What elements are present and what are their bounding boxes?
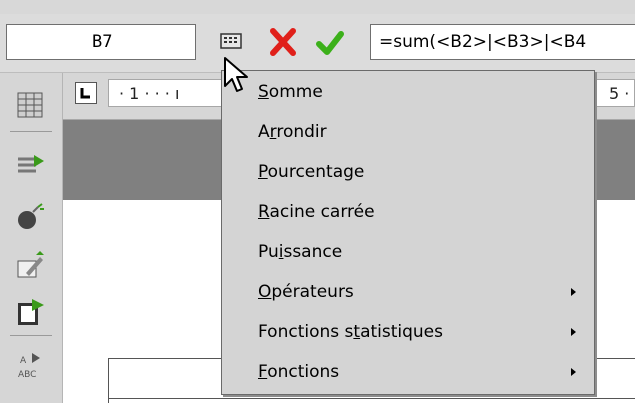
toolbar-separator: [10, 131, 52, 132]
table-border: [108, 398, 635, 399]
mouse-pointer-icon: [224, 57, 248, 92]
menu-item-racine-carree[interactable]: Racine carrée: [222, 192, 594, 232]
cancel-icon[interactable]: [268, 26, 298, 58]
menu-item-fonctions-statistiques[interactable]: Fonctions statistiques: [222, 312, 594, 352]
svg-text:ABC: ABC: [18, 370, 36, 380]
formula-input[interactable]: =sum(<B2>|<B3>|<B4: [370, 24, 635, 60]
ruler-left-marks: · 1 · · · ı: [119, 84, 180, 103]
spellcheck-icon[interactable]: A ABC: [14, 349, 46, 381]
bomb-icon[interactable]: [14, 201, 46, 233]
submenu-arrow-icon: [571, 288, 576, 296]
submenu-arrow-icon: [571, 328, 576, 336]
svg-text:A: A: [20, 356, 27, 366]
toolbar-separator: [10, 335, 52, 336]
edit-icon[interactable]: [14, 251, 46, 283]
menu-item-pourcentage[interactable]: Pourcentage: [222, 152, 594, 192]
ruler-right-marks: 5 ·: [609, 84, 630, 103]
formula-menu: Somme Arrondir Pourcentage Racine carrée…: [221, 70, 595, 395]
menu-item-fonctions[interactable]: Fonctions: [222, 352, 594, 392]
menu-item-puissance[interactable]: Puissance: [222, 232, 594, 272]
export-icon[interactable]: [14, 295, 46, 327]
formula-bar: B7 =sum(<B2>|<B3>|<B4: [0, 14, 635, 73]
menu-item-arrondir[interactable]: Arrondir: [222, 112, 594, 152]
table-border: [108, 358, 109, 403]
menu-item-somme[interactable]: Somme: [222, 72, 594, 112]
cell-reference-field[interactable]: B7: [6, 24, 196, 60]
insert-rows-icon[interactable]: [14, 149, 46, 181]
left-toolbar: A ABC: [0, 73, 63, 403]
formula-icon[interactable]: [220, 32, 244, 52]
tab-stop-icon[interactable]: [75, 82, 97, 104]
submenu-arrow-icon: [571, 368, 576, 376]
table-icon[interactable]: [14, 89, 46, 121]
menu-item-operateurs[interactable]: Opérateurs: [222, 272, 594, 312]
top-toolbar: [0, 0, 635, 14]
accept-icon[interactable]: [315, 28, 345, 58]
